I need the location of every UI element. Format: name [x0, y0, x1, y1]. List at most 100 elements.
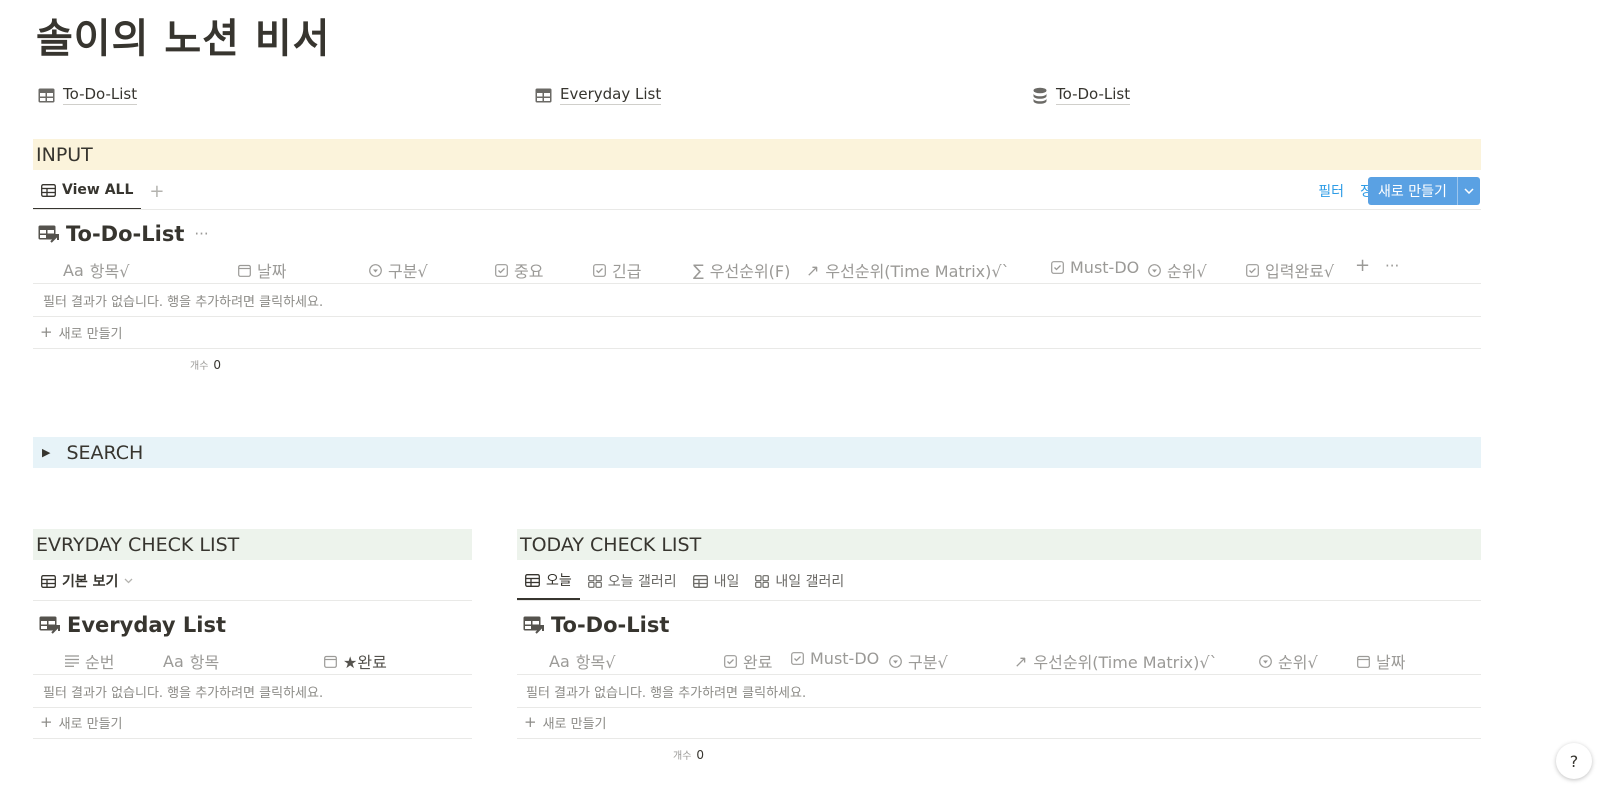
- search-section-toggle[interactable]: ▶ SEARCH: [33, 437, 1481, 468]
- title-type-icon: Aa: [549, 651, 570, 671]
- column-header[interactable]: 중요: [495, 258, 543, 282]
- today-db-title[interactable]: To-Do-List: [523, 613, 669, 637]
- link-label: To-Do-List: [63, 85, 138, 105]
- new-row-button[interactable]: + 새로 만들기: [524, 713, 607, 732]
- column-header[interactable]: Aa 항목√: [549, 649, 615, 673]
- column-header[interactable]: 완료: [724, 649, 772, 673]
- column-header[interactable]: 구분√: [889, 649, 948, 673]
- filter-button[interactable]: 필터: [1318, 181, 1344, 201]
- divider: [33, 600, 472, 601]
- column-header[interactable]: ∑ 우선순위(F): [693, 258, 790, 282]
- link-todo-list[interactable]: To-Do-List: [38, 85, 138, 105]
- input-db-title[interactable]: To-Do-List ···: [38, 222, 209, 246]
- more-icon[interactable]: ···: [194, 225, 208, 243]
- view-selector[interactable]: 기본 보기: [33, 562, 141, 600]
- everyday-db-title[interactable]: Everyday List: [39, 613, 226, 637]
- column-header[interactable]: 입력완료√: [1246, 258, 1334, 282]
- column-header[interactable]: 순위√: [1259, 649, 1318, 673]
- count-footer[interactable]: 개수 0: [673, 747, 704, 762]
- column-label: 입력완료√: [1265, 262, 1335, 281]
- relation-icon: ↗: [1014, 651, 1028, 671]
- column-header[interactable]: 긴급: [593, 258, 641, 282]
- new-row-button[interactable]: + 새로 만들기: [40, 713, 123, 732]
- count-value: 0: [696, 748, 705, 762]
- tab-tomorrow[interactable]: 내일: [685, 562, 748, 600]
- select-icon: [1148, 263, 1161, 277]
- today-table-header: Aa 항목√ 완료 Must-DO 구분√ ↗ 우선순위(Time Matrix)√…: [517, 640, 1481, 674]
- triangle-right-icon: ▶: [42, 446, 51, 459]
- empty-state-text[interactable]: 필터 결과가 없습니다. 행을 추가하려면 클릭하세요.: [43, 682, 323, 701]
- column-header[interactable]: 순위√: [1148, 258, 1207, 282]
- link-todo-list-db[interactable]: To-Do-List: [1032, 85, 1131, 105]
- relation-icon: ↗: [806, 260, 820, 280]
- tab-view-all[interactable]: View ALL: [33, 172, 142, 210]
- everyday-view-tabs: 기본 보기: [33, 562, 141, 600]
- divider: [33, 707, 472, 708]
- column-label: 항목: [189, 653, 220, 672]
- title-type-icon: Aa: [163, 651, 184, 671]
- empty-state-text[interactable]: 필터 결과가 없습니다. 행을 추가하려면 클릭하세요.: [43, 291, 323, 310]
- add-view-button[interactable]: +: [141, 172, 172, 210]
- column-label: 구분√: [908, 653, 948, 672]
- link-label: Everyday List: [560, 85, 662, 105]
- column-label: 우선순위(Time Matrix)√`: [1033, 653, 1218, 672]
- chevron-down-icon[interactable]: [1456, 177, 1480, 205]
- column-label: 긴급: [612, 262, 642, 281]
- column-label: 우선순위(F): [709, 262, 791, 281]
- new-button[interactable]: 새로 만들기: [1368, 177, 1480, 205]
- plus-icon: +: [40, 713, 53, 731]
- column-header[interactable]: Aa 항목√: [63, 258, 129, 282]
- select-icon: [369, 263, 382, 277]
- column-label: Must-DO: [1070, 258, 1140, 277]
- column-header[interactable]: Must-DO: [791, 649, 879, 668]
- link-everyday-list[interactable]: Everyday List: [535, 85, 662, 105]
- title-type-icon: Aa: [63, 260, 84, 280]
- count-label: 개수: [190, 361, 209, 372]
- column-header[interactable]: ★완료: [324, 649, 387, 673]
- table-icon: [38, 88, 55, 103]
- database-icon: [1032, 87, 1048, 104]
- checkbox-icon: [724, 654, 737, 668]
- count-footer[interactable]: 개수 0: [190, 357, 221, 372]
- column-label: 순번: [85, 653, 115, 672]
- today-section-heading: TODAY CHECK LIST: [517, 529, 1481, 560]
- column-label: 순위√: [1278, 653, 1318, 672]
- new-row-label: 새로 만들기: [542, 717, 607, 732]
- checkbox-icon: [1051, 261, 1064, 274]
- tab-tomorrow-gallery[interactable]: 내일 갤러리: [747, 562, 852, 600]
- table-icon: [525, 573, 540, 587]
- column-header[interactable]: Must-DO: [1051, 258, 1139, 277]
- column-header[interactable]: ↗ 우선순위(Time Matrix)√`: [806, 258, 1010, 282]
- column-label: 구분√: [388, 262, 428, 281]
- column-header[interactable]: 순번: [65, 649, 114, 673]
- tab-today-gallery[interactable]: 오늘 갤러리: [580, 562, 685, 600]
- divider: [517, 738, 1481, 739]
- table-icon: [41, 574, 56, 588]
- divider: [33, 674, 472, 675]
- more-icon[interactable]: ···: [1385, 257, 1399, 275]
- table-icon: [535, 88, 552, 103]
- linked-database-icon: [523, 616, 545, 634]
- tab-label: 오늘: [546, 573, 572, 589]
- formula-icon: ∑: [693, 260, 704, 280]
- new-row-button[interactable]: + 새로 만들기: [40, 323, 123, 342]
- help-button[interactable]: ?: [1556, 743, 1592, 779]
- text-icon: [65, 655, 79, 667]
- table-icon: [41, 183, 56, 197]
- column-header[interactable]: 날짜: [1357, 649, 1405, 673]
- tab-today[interactable]: 오늘: [517, 562, 580, 600]
- everyday-heading-text: EVRYDAY CHECK LIST: [36, 533, 240, 556]
- add-column-icon[interactable]: +: [1355, 255, 1370, 276]
- column-header[interactable]: 구분√: [369, 258, 428, 282]
- table-icon: [692, 574, 708, 588]
- empty-state-text[interactable]: 필터 결과가 없습니다. 행을 추가하려면 클릭하세요.: [526, 682, 806, 701]
- tab-label: 오늘 갤러리: [607, 574, 677, 590]
- column-header[interactable]: 날짜: [238, 258, 286, 282]
- calendar-icon: [324, 655, 337, 668]
- tab-label: 내일 갤러리: [775, 574, 845, 590]
- gallery-icon: [755, 574, 770, 588]
- plus-icon: +: [149, 180, 165, 202]
- linked-database-icon: [39, 616, 61, 634]
- column-header[interactable]: Aa 항목: [163, 649, 219, 673]
- column-header[interactable]: ↗ 우선순위(Time Matrix)√`: [1014, 649, 1218, 673]
